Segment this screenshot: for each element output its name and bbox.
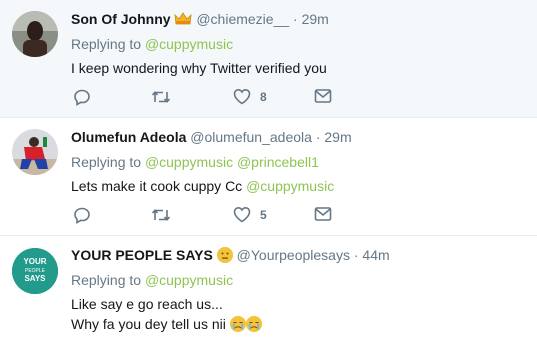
retweet-button[interactable]: [151, 88, 171, 106]
user-handle[interactable]: @olumefun_adeola: [190, 129, 312, 145]
tweet-text-body: Lets make it cook cuppy Cc: [71, 178, 243, 194]
tweet-1[interactable]: Son Of Johnny @chiemezie__ · 29m Replyin…: [0, 0, 537, 118]
like-button[interactable]: 5: [233, 206, 267, 223]
user-handle[interactable]: @Yourpeoplesays: [237, 247, 350, 263]
tweet-3[interactable]: YOUR PEOPLE SAYS YOUR PEOPLE SAYS @Yourp…: [0, 236, 537, 344]
mention-link[interactable]: @cuppymusic: [145, 154, 233, 170]
user-handle[interactable]: @chiemezie__: [196, 11, 289, 27]
mention-link[interactable]: @princebell1: [237, 154, 319, 170]
separator-dot: ·: [293, 11, 298, 27]
direct-message-icon: [314, 206, 332, 222]
timestamp[interactable]: 29m: [302, 11, 329, 27]
like-icon: [233, 88, 251, 105]
timestamp[interactable]: 29m: [324, 129, 351, 145]
tweet-header: Son Of Johnny @chiemezie__ · 29m: [71, 10, 527, 28]
reply-icon: [73, 88, 91, 106]
avatar[interactable]: [12, 11, 58, 57]
tweet-text-line: Like say e go reach us...: [71, 296, 223, 312]
display-name[interactable]: Son Of Johnny: [71, 11, 171, 27]
avatar[interactable]: YOUR PEOPLE SAYS: [12, 248, 58, 294]
tweet-text: Like say e go reach us... Why fa you dey…: [71, 294, 527, 334]
timestamp[interactable]: 44m: [362, 247, 389, 263]
tweet-header: Olumefun Adeola @olumefun_adeola · 29m: [71, 128, 527, 146]
separator-dot: ·: [315, 129, 321, 145]
neutral-face-emoji-icon: [216, 247, 233, 263]
direct-message-button[interactable]: [314, 206, 332, 222]
tweet-actions: 8: [71, 88, 371, 108]
like-count: 8: [260, 89, 267, 104]
tweet-text-line-2: Why fa you dey tell us nii: [71, 314, 527, 334]
reply-icon: [73, 206, 91, 224]
crown-emoji-icon: [174, 11, 192, 25]
tweet-2[interactable]: Olumefun Adeola @olumefun_adeola · 29m R…: [0, 118, 537, 236]
tweet-text: I keep wondering why Twitter verified yo…: [71, 60, 327, 76]
tweet-actions: 5: [71, 206, 371, 226]
replying-to: Replying to @cuppymusic: [71, 35, 527, 53]
crying-face-emoji-icon: [245, 316, 262, 332]
direct-message-icon: [314, 88, 332, 104]
reply-button[interactable]: [73, 206, 91, 224]
like-icon: [233, 206, 251, 223]
retweet-icon: [151, 206, 171, 224]
avatar-text-line: SAYS: [24, 274, 46, 283]
replying-label: Replying to: [71, 36, 142, 52]
replying-to: Replying to @cuppymusic: [71, 271, 527, 289]
direct-message-button[interactable]: [314, 88, 332, 104]
retweet-icon: [151, 88, 171, 106]
mention-link[interactable]: @cuppymusic: [246, 178, 334, 194]
replying-label: Replying to: [71, 154, 142, 170]
like-button[interactable]: 8: [233, 88, 267, 105]
like-count: 5: [260, 207, 267, 222]
replying-to: Replying to @cuppymusic @princebell1: [71, 153, 527, 171]
avatar-text-line: YOUR: [23, 257, 46, 266]
mention-link[interactable]: @cuppymusic: [145, 36, 233, 52]
mention-link[interactable]: @cuppymusic: [145, 272, 233, 288]
tweet-text: Lets make it cook cuppy Cc @cuppymusic: [71, 176, 527, 196]
crying-face-emoji-icon: [229, 316, 246, 332]
retweet-button[interactable]: [151, 206, 171, 224]
avatar[interactable]: [12, 129, 58, 175]
display-name[interactable]: YOUR PEOPLE SAYS: [71, 247, 213, 263]
tweet-header: YOUR PEOPLE SAYS @Yourpeoplesays · 44m: [71, 246, 527, 264]
display-name[interactable]: Olumefun Adeola: [71, 129, 186, 145]
separator-dot: ·: [353, 247, 359, 263]
reply-button[interactable]: [73, 88, 91, 106]
tweet-text-line: Why fa you dey tell us nii: [71, 316, 226, 332]
replying-label: Replying to: [71, 272, 142, 288]
